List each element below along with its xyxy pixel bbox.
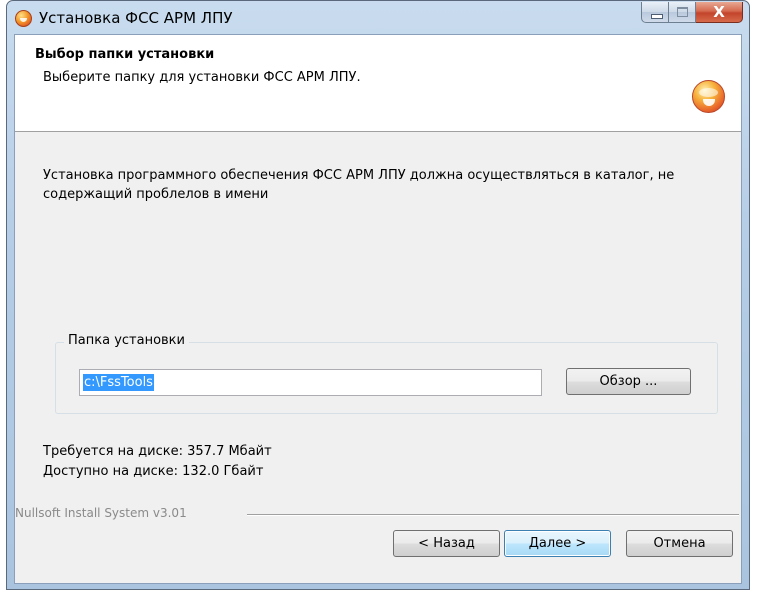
back-button[interactable]: < Назад bbox=[393, 530, 500, 557]
installer-window: Установка ФСС АРМ ЛПУ X Выбор папки уста… bbox=[6, 0, 750, 590]
install-folder-legend: Папка установки bbox=[64, 333, 189, 348]
page-subtitle: Выберите папку для установки ФСС АРМ ЛПУ… bbox=[43, 70, 361, 85]
close-button[interactable]: X bbox=[696, 2, 743, 23]
branding-divider bbox=[247, 514, 739, 516]
install-folder-group: Папка установки c:\FssTools Обзор ... bbox=[55, 333, 718, 414]
close-icon: X bbox=[713, 3, 725, 21]
installer-app-icon bbox=[15, 10, 32, 27]
title-bar[interactable]: Установка ФСС АРМ ЛПУ X bbox=[7, 1, 749, 35]
install-description: Установка программного обеспечения ФСС А… bbox=[43, 168, 675, 202]
caption-buttons: X bbox=[641, 2, 743, 24]
minimize-button[interactable] bbox=[641, 2, 669, 23]
window-title: Установка ФСС АРМ ЛПУ bbox=[39, 9, 233, 27]
maximize-button[interactable] bbox=[669, 2, 696, 23]
page-title: Выбор папки установки bbox=[35, 47, 215, 62]
next-button[interactable]: Далее > bbox=[504, 530, 611, 557]
dialog-client-area: Выбор папки установки Выберите папку для… bbox=[14, 34, 742, 584]
disk-space-available: Доступно на диске: 132.0 Гбайт bbox=[43, 464, 264, 479]
install-path-value: c:\FssTools bbox=[83, 374, 154, 391]
browse-button[interactable]: Обзор ... bbox=[566, 368, 691, 395]
wizard-header: Выбор папки установки Выберите папку для… bbox=[15, 35, 741, 132]
install-path-input[interactable]: c:\FssTools bbox=[79, 369, 542, 396]
branding-row: Nullsoft Install System v3.01 bbox=[15, 506, 741, 522]
nsis-branding-text: Nullsoft Install System v3.01 bbox=[15, 506, 187, 520]
disk-space-required: Требуется на диске: 357.7 Мбайт bbox=[43, 444, 272, 459]
cancel-button[interactable]: Отмена bbox=[626, 530, 733, 557]
installer-logo-icon bbox=[692, 80, 725, 113]
